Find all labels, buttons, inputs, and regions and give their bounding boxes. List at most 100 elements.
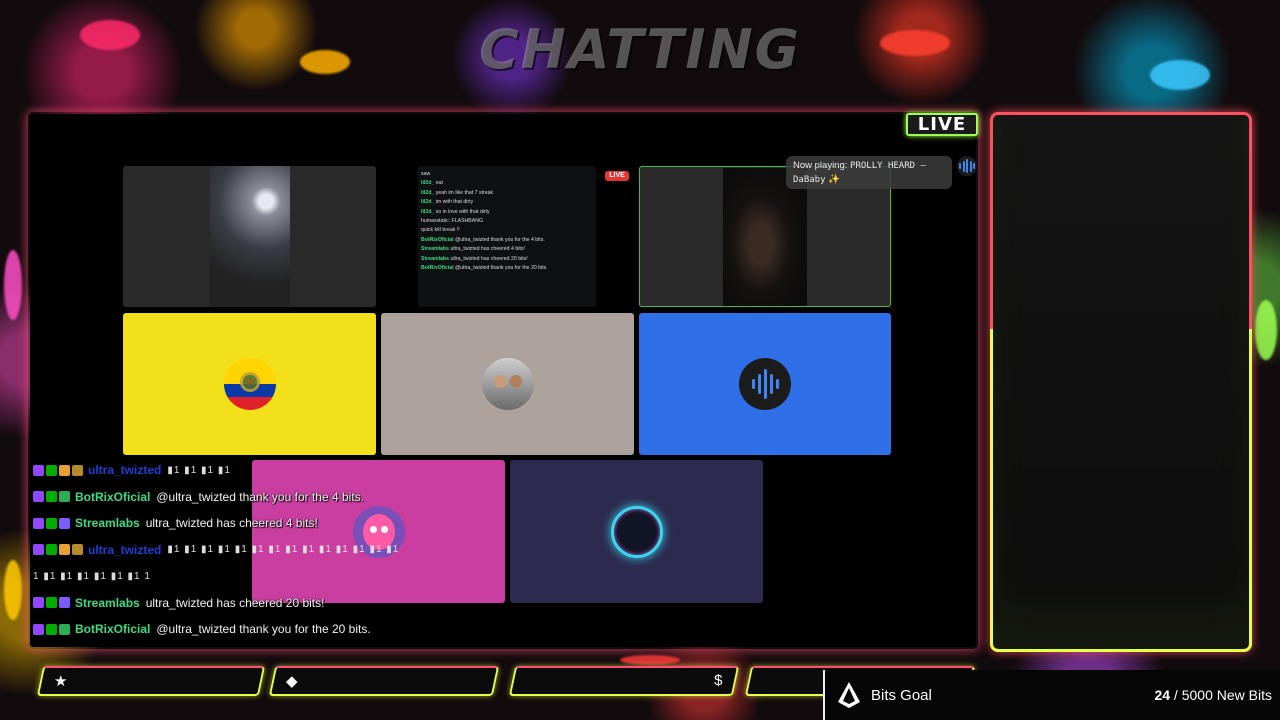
side-panel-frame (990, 112, 1252, 652)
chat-badge-icon (46, 597, 57, 609)
mini-chat-line: lil2d_ yeah im like that 7 streak (421, 189, 593, 198)
chat-badges (33, 544, 83, 556)
cheer-emotes: 1 ▮1 ▮1 ▮1 ▮1 ▮1 ▮1 1 (33, 570, 151, 582)
cheer-emotes: ▮1 ▮1 ▮1 ▮1 (167, 464, 231, 476)
chat-message: BotRixOficial @ultra_twizted thank you fo… (33, 484, 593, 511)
mini-chat-user: lil2d_ (421, 189, 435, 196)
chat-username[interactable]: BotRixOficial (75, 490, 150, 504)
mini-chat-text: ultra_twizted has cheered 4 bits! (450, 246, 525, 253)
mini-chat-line: lil2d_ so in love with that dirty (421, 208, 593, 217)
chat-username[interactable]: ultra_twizted (88, 543, 161, 557)
chat-text: @ultra_twizted thank you for the 4 bits. (156, 489, 364, 504)
mini-chat-log: saw lil2d_ eat lil2d_ yeah im like that 7 … (421, 170, 593, 273)
chat-badges (33, 517, 70, 529)
chat-badge-icon (46, 517, 57, 529)
mini-chat-line: humaxstatic: FLASHBANG (421, 217, 593, 226)
chat-message: ultra_twizted ▮1 ▮1 ▮1 ▮1 (33, 457, 593, 484)
triangle-logo-icon (837, 680, 861, 710)
chat-message: Streamlabs ultra_twizted has cheered 20 b… (33, 590, 593, 617)
chat-badge-icon (59, 464, 70, 476)
mini-chat-text: quick kitl break !! (421, 227, 460, 234)
chat-message: Streamlabs ultra_twizted has cheered 4 bi… (33, 510, 593, 537)
bits-goal-target: 5000 New Bits (1181, 687, 1272, 703)
dollar-icon: $ (713, 672, 723, 689)
audio-wave-icon[interactable] (957, 156, 977, 176)
now-playing-popup: Now playing: PROLLY HEARD – DaBaby ✨ (786, 156, 952, 189)
mini-chat-user: BotRixOficial (421, 236, 454, 243)
participant-tile-photo[interactable] (381, 313, 634, 455)
chat-message: ultra_twizted ▮1 ▮1 ▮1 ▮1 ▮1 ▮1 ▮1 ▮1 ▮1 … (33, 537, 593, 564)
live-badge: LIVE (906, 113, 978, 136)
chat-badge-icon (33, 623, 44, 635)
sparkle-icon: ✨ (828, 174, 840, 185)
chat-badge-icon (46, 544, 57, 556)
mini-chat-user: lil2d_ (421, 180, 435, 187)
mini-chat-user: lil2d_ (421, 199, 435, 206)
chat-badge-icon (59, 623, 70, 635)
chat-badge-icon (59, 517, 70, 529)
cheer-emotes: ▮1 ▮1 ▮1 ▮1 ▮1 ▮1 ▮1 ▮1 ▮1 ▮1 ▮1 ▮1 ▮1 ▮… (167, 544, 400, 556)
mini-chat-line: lil2d_ eat (421, 179, 593, 188)
chat-text: @ultra_twizted thank you for the 20 bits… (156, 622, 371, 637)
participant-tile-camera-1[interactable] (123, 166, 376, 307)
mini-chat-line: saw (421, 170, 593, 179)
scene-title: CHATTING (479, 18, 801, 81)
mini-chat-text: yeah im like that 7 streak (435, 189, 494, 196)
chat-badge-icon (46, 464, 57, 476)
mini-chat-user: Streamlabs (421, 255, 449, 262)
chat-message: 1 ▮1 ▮1 ▮1 ▮1 ▮1 ▮1 1 (33, 563, 593, 590)
chat-badges (33, 464, 83, 476)
chat-badges (33, 491, 70, 503)
chat-badges (33, 623, 70, 635)
participant-tile-screenshare[interactable]: saw lil2d_ eat lil2d_ yeah im like that 7 … (418, 166, 596, 307)
mini-chat-text: ultra_twizted has cheered 20 bits! (450, 255, 528, 262)
camera-feed (209, 166, 290, 307)
mini-chat-text: so in love with that dirty (435, 208, 490, 215)
profile-photo-avatar (481, 358, 534, 410)
mini-chat-user: Streamlabs (421, 246, 449, 253)
chat-badge-icon (33, 491, 44, 503)
chat-username[interactable]: ultra_twizted (88, 463, 161, 477)
mini-chat-user: BotRixOficial (421, 265, 454, 272)
audio-wave-avatar (739, 358, 791, 410)
chat-text: ultra_twizted has cheered 4 bits! (145, 516, 318, 531)
mini-chat-line: BotRixOficial @ultra_twizted thank you f… (421, 264, 593, 273)
mini-chat-text: humaxstatic: FLASHBANG (421, 218, 483, 225)
bottom-bar-donation: $ (508, 666, 740, 696)
mini-chat-line: quick kitl break !! (421, 226, 593, 235)
chat-badge-icon (72, 544, 83, 556)
bits-goal-separator: / (1170, 687, 1182, 703)
mini-chat-text: im with that dirty (435, 199, 474, 206)
glow-ring-avatar (610, 505, 663, 558)
now-playing-label: Now playing: (793, 160, 848, 171)
mini-live-badge: LIVE (605, 171, 629, 181)
mini-chat-text: @ultra_twizted thank you for the 4 bits. (455, 236, 545, 243)
chat-username[interactable]: Streamlabs (75, 596, 140, 610)
chat-badges (33, 597, 70, 609)
bits-goal-widget: Bits Goal 24 / 5000 New Bits (823, 670, 1280, 720)
chat-overlay: ultra_twizted ▮1 ▮1 ▮1 ▮1 BotRixOficial @ul… (33, 457, 593, 643)
participant-tile-flag[interactable] (123, 313, 376, 455)
chat-badge-icon (59, 597, 70, 609)
chat-username[interactable]: Streamlabs (75, 516, 140, 530)
mini-chat-text: @ultra_twizted thank you for the 20 bits… (455, 265, 548, 272)
chat-badge-icon (59, 544, 70, 556)
mini-chat-line: Streamlabs ultra_twizted has cheered 20 … (421, 255, 593, 264)
participant-tile-audio[interactable] (639, 313, 891, 455)
mini-chat-text: eat (435, 180, 443, 187)
mini-chat-line: lil2d_ im with that dirty (421, 198, 593, 207)
chat-badge-icon (59, 491, 70, 503)
ecuador-flag-avatar (223, 358, 276, 410)
mini-chat-line: BotRixOficial @ultra_twizted thank you f… (421, 236, 593, 245)
chat-text: ultra_twizted has cheered 20 bits! (145, 595, 325, 610)
mini-chat-user: lil2d_ (421, 208, 435, 215)
bottom-bar-subscriber: ◆ (268, 666, 500, 696)
bits-goal-progress: 24 / 5000 New Bits (1154, 687, 1272, 703)
chat-badge-icon (46, 491, 57, 503)
mini-chat-text: saw (421, 171, 431, 177)
diamond-icon: ◆ (286, 673, 298, 690)
chat-badge-icon (33, 464, 44, 476)
chat-message: BotRixOficial @ultra_twizted thank you fo… (33, 616, 593, 643)
chat-username[interactable]: BotRixOficial (75, 622, 150, 636)
bits-goal-label: Bits Goal (871, 686, 932, 704)
